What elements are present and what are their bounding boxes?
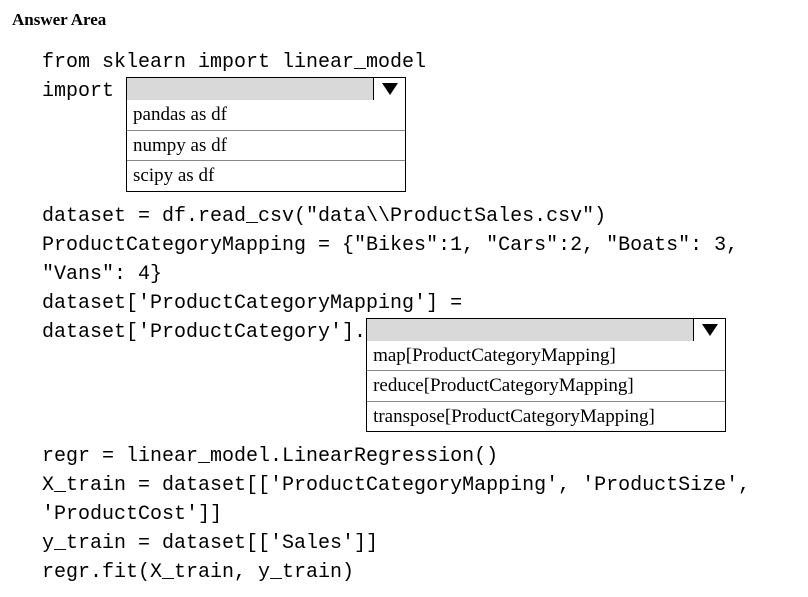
answer-area-header: Answer Area bbox=[12, 10, 796, 30]
chevron-down-icon bbox=[702, 324, 718, 336]
code-line-11: y_train = dataset[['Sales']] bbox=[42, 529, 796, 558]
code-line-8: regr = linear_model.LinearRegression() bbox=[42, 442, 796, 471]
dropdown-selected-value bbox=[367, 319, 693, 341]
dropdown-options-list: map[ProductCategoryMapping] reduce[Produ… bbox=[367, 341, 725, 432]
import-prefix: import bbox=[42, 77, 126, 106]
dropdown-option[interactable]: map[ProductCategoryMapping] bbox=[367, 341, 725, 371]
dropdown-arrow[interactable] bbox=[693, 319, 725, 341]
code-line-3: dataset = df.read_csv("data\\ProductSale… bbox=[42, 202, 796, 231]
code-line-12: regr.fit(X_train, y_train) bbox=[42, 558, 796, 587]
import-line: import pandas as df numpy as df scipy as… bbox=[42, 77, 796, 202]
method-line: dataset['ProductCategory']. map[ProductC… bbox=[42, 318, 796, 443]
method-prefix: dataset['ProductCategory']. bbox=[42, 318, 366, 347]
code-line-4: ProductCategoryMapping = {"Bikes":1, "Ca… bbox=[42, 231, 796, 260]
dropdown-option[interactable]: pandas as df bbox=[127, 100, 405, 130]
dropdown-header[interactable] bbox=[127, 78, 405, 100]
dropdown-option[interactable]: numpy as df bbox=[127, 130, 405, 161]
dropdown-arrow[interactable] bbox=[373, 78, 405, 100]
dropdown-option[interactable]: transpose[ProductCategoryMapping] bbox=[367, 401, 725, 432]
dropdown-option[interactable]: scipy as df bbox=[127, 160, 405, 191]
import-dropdown[interactable]: pandas as df numpy as df scipy as df bbox=[126, 77, 406, 192]
dropdown-selected-value bbox=[127, 78, 373, 100]
code-line-6: dataset['ProductCategoryMapping'] = bbox=[42, 289, 796, 318]
code-line-10: 'ProductCost']] bbox=[42, 500, 796, 529]
method-dropdown[interactable]: map[ProductCategoryMapping] reduce[Produ… bbox=[366, 318, 726, 433]
code-block: from sklearn import linear_model import … bbox=[12, 48, 796, 587]
dropdown-header[interactable] bbox=[367, 319, 725, 341]
code-line-9: X_train = dataset[['ProductCategoryMappi… bbox=[42, 471, 796, 500]
code-line-1: from sklearn import linear_model bbox=[42, 48, 796, 77]
dropdown-option[interactable]: reduce[ProductCategoryMapping] bbox=[367, 370, 725, 401]
dropdown-options-list: pandas as df numpy as df scipy as df bbox=[127, 100, 405, 191]
code-line-5: "Vans": 4} bbox=[42, 260, 796, 289]
chevron-down-icon bbox=[382, 83, 398, 95]
